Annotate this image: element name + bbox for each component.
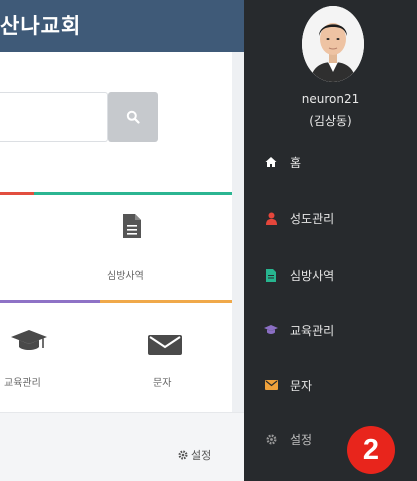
- search-button[interactable]: [108, 92, 158, 142]
- menu-item-label: 문자: [290, 378, 313, 393]
- real-name: (김상동): [309, 114, 352, 128]
- msg-card-label: 문자: [153, 378, 172, 389]
- menu-item-visit[interactable]: 심방사역: [244, 255, 417, 295]
- search-icon: [126, 110, 140, 124]
- settings-link-label: 설정: [191, 449, 212, 462]
- menu-item-label: 설정: [290, 432, 313, 447]
- card-accent-bar: [0, 300, 100, 303]
- gear-icon: [264, 432, 278, 446]
- card-accent-bar: [34, 192, 232, 195]
- menu-item-label: 교육관리: [290, 323, 335, 338]
- graduation-cap-icon[interactable]: [10, 328, 48, 358]
- envelope-icon: [264, 378, 278, 392]
- card-accent-bar: [100, 300, 232, 303]
- app-title: 산나교회: [0, 14, 82, 38]
- search-input[interactable]: [0, 92, 108, 142]
- edu-card-label: 교육관리: [4, 378, 41, 389]
- home-icon: [264, 155, 278, 169]
- username: neuron21: [301, 92, 360, 106]
- document-icon: [264, 268, 278, 282]
- app-header: 산나교회: [0, 0, 244, 52]
- menu-item-label: 성도관리: [290, 211, 335, 226]
- navigation-drawer: neuron21 (김상동) 홈 성도관리 심방사역 교육관리 문자 설정: [244, 0, 417, 481]
- settings-link[interactable]: 설정: [178, 447, 211, 463]
- step-number-badge: 2: [347, 426, 395, 474]
- gear-icon: [178, 450, 188, 460]
- menu-item-education[interactable]: 교육관리: [244, 310, 417, 350]
- document-icon[interactable]: [122, 213, 142, 243]
- graduation-cap-icon: [264, 323, 278, 337]
- card-accent-bar: [0, 192, 34, 195]
- menu-item-members[interactable]: 성도관리: [244, 198, 417, 238]
- envelope-icon[interactable]: [147, 334, 183, 360]
- background-app: 산나교회 심방사역 교육관리 문자 설정: [0, 0, 244, 481]
- visit-card-label: 심방사역: [107, 271, 144, 282]
- menu-item-home[interactable]: 홈: [244, 142, 417, 182]
- menu-item-label: 심방사역: [290, 268, 335, 283]
- menu-item-label: 홈: [290, 155, 302, 170]
- avatar: [302, 6, 364, 82]
- user-icon: [264, 211, 278, 225]
- menu-item-message[interactable]: 문자: [244, 365, 417, 405]
